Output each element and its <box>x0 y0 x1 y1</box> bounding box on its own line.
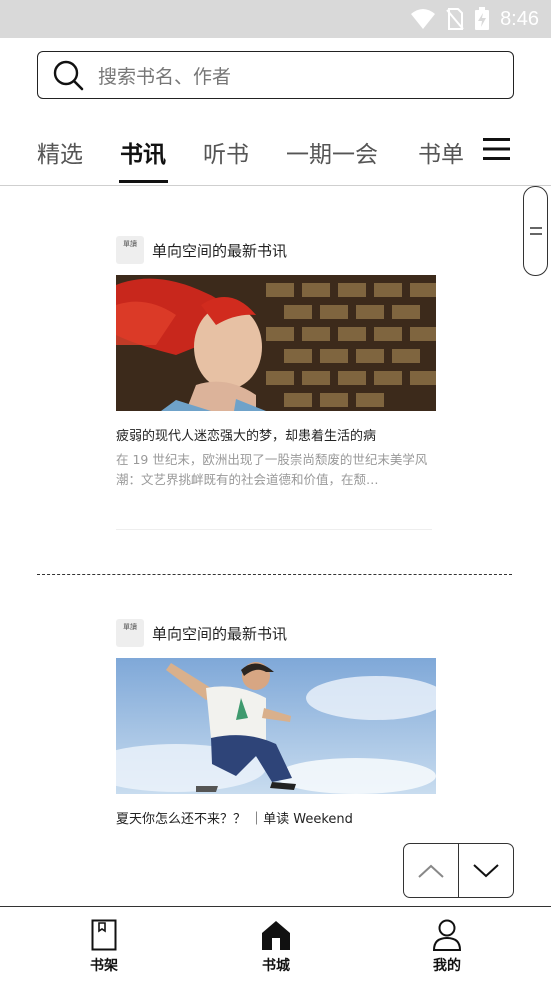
handle-lines-icon <box>529 227 542 235</box>
card-header: 單讀 单向空间的最新书讯 <box>116 619 436 647</box>
nav-label: 书架 <box>90 958 118 974</box>
card-description: 在 19 世纪末，欧洲出现了一股崇尚颓废的世纪末美学风潮：文艺界挑衅既有的社会道… <box>116 452 428 487</box>
bottom-navigation: 书架 书城 我的 <box>0 906 551 981</box>
card-title: 夏天你怎么还不来？？ ｜单读 Weekend <box>116 812 353 827</box>
search-icon <box>53 60 84 91</box>
card-source: 单向空间的最新书讯 <box>152 241 288 260</box>
tab-audiobooks[interactable]: 听书 <box>203 135 249 169</box>
news-card[interactable]: 單讀 单向空间的最新书讯 夏天你怎么还不来？？ ｜单读 Weekend <box>116 619 436 827</box>
news-card[interactable]: 單讀 单向空间的最新书讯 疲弱的现代人迷恋强大的梦，却患着生活的病 在 19 世… <box>116 236 436 490</box>
nav-bookstore[interactable]: 书城 <box>236 919 316 975</box>
active-tab-indicator <box>119 180 168 183</box>
nav-label: 我的 <box>433 958 461 974</box>
dashed-separator <box>37 574 512 575</box>
tab-book-lists[interactable]: 书单 <box>418 135 464 169</box>
status-time: 8:46 <box>500 7 539 30</box>
no-sim-icon <box>446 8 464 30</box>
scroll-controls <box>403 843 514 898</box>
card-divider <box>116 529 432 530</box>
store-icon <box>262 921 290 950</box>
nav-profile[interactable]: 我的 <box>407 919 487 975</box>
search-input[interactable]: 搜索书名、作者 <box>37 51 514 99</box>
card-header: 單讀 单向空间的最新书讯 <box>116 236 436 264</box>
bookshelf-icon <box>91 919 117 951</box>
tab-book-news[interactable]: 书讯 <box>120 135 166 169</box>
category-tabs: 精选 书讯 听书 一期一会 书单 <box>0 120 551 186</box>
profile-icon <box>432 919 462 951</box>
publisher-logo: 單讀 <box>116 236 144 264</box>
nav-label: 书城 <box>262 958 290 974</box>
chevron-up-icon <box>418 864 444 878</box>
wifi-icon <box>411 9 436 29</box>
battery-charging-icon <box>475 7 490 30</box>
card-source: 单向空间的最新书讯 <box>152 624 288 643</box>
tab-once-a-period[interactable]: 一期一会 <box>286 135 378 169</box>
menu-icon[interactable] <box>483 137 510 161</box>
scroll-down-button[interactable] <box>458 844 513 897</box>
card-image <box>116 658 436 794</box>
scroll-up-button[interactable] <box>404 844 458 897</box>
side-drawer-handle[interactable] <box>523 186 548 276</box>
nav-bookshelf[interactable]: 书架 <box>64 919 144 975</box>
status-bar: 8:46 <box>0 0 551 38</box>
tab-featured[interactable]: 精选 <box>37 135 83 169</box>
publisher-logo: 單讀 <box>116 619 144 647</box>
chevron-down-icon <box>473 863 499 877</box>
card-title: 疲弱的现代人迷恋强大的梦，却患着生活的病 <box>116 429 377 444</box>
card-image <box>116 275 436 411</box>
search-placeholder: 搜索书名、作者 <box>98 65 232 88</box>
